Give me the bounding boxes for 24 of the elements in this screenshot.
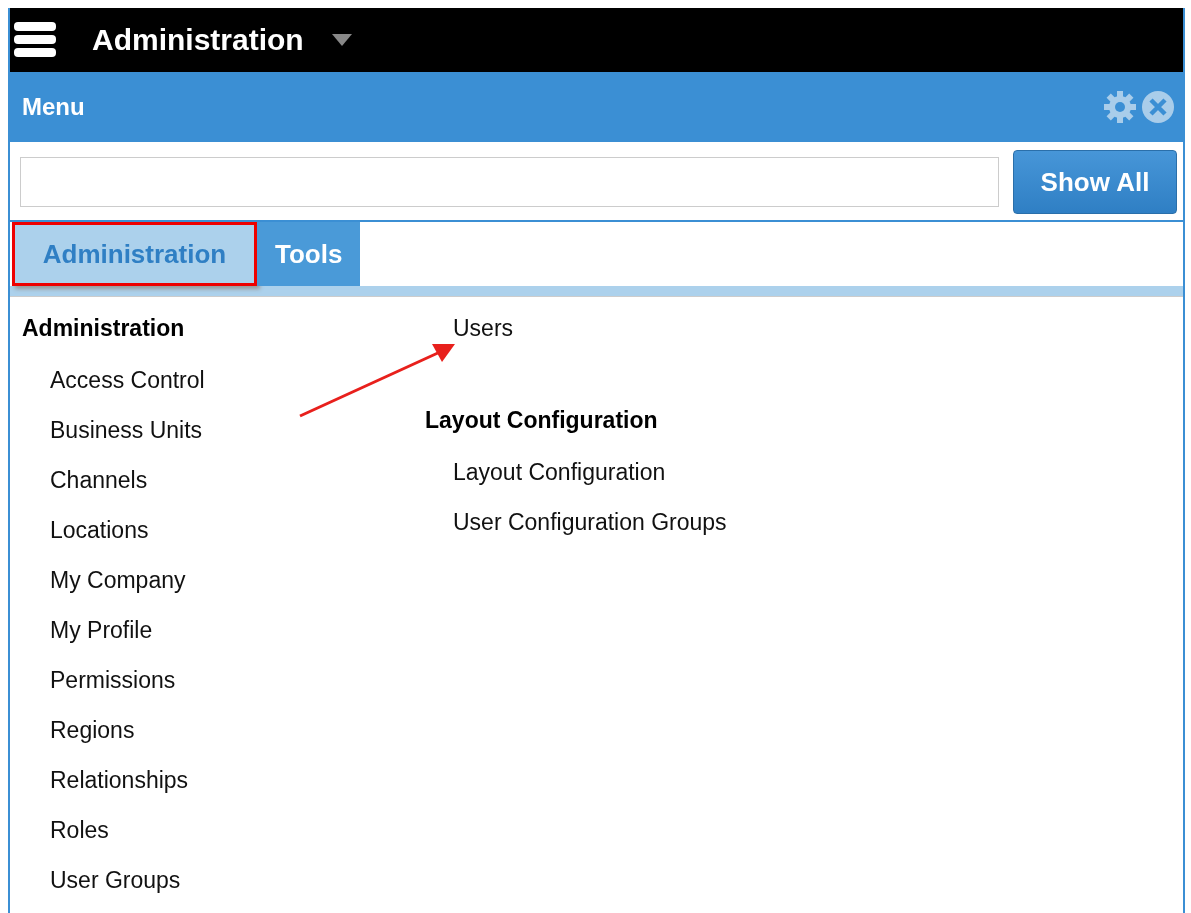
group-heading: Layout Configuration (425, 406, 659, 435)
menu-item[interactable]: Roles (22, 813, 425, 863)
menu-item[interactable]: User Groups (22, 863, 425, 913)
menu-item[interactable]: Access Control (22, 363, 425, 413)
menu-item[interactable]: My Profile (22, 613, 425, 663)
menu-icon[interactable] (14, 20, 56, 60)
menu-item[interactable]: Permissions (22, 663, 425, 713)
menu-item[interactable]: My Company (22, 563, 425, 613)
menu-item[interactable]: Relationships (22, 763, 425, 813)
menu-item[interactable]: Layout Configuration (425, 455, 727, 505)
page-title: Administration (92, 23, 304, 57)
menu-item[interactable]: Locations (22, 513, 425, 563)
close-icon[interactable] (1141, 90, 1175, 124)
menu-item[interactable]: Channels (22, 463, 425, 513)
search-field[interactable] (20, 157, 999, 207)
dropdown-caret-icon[interactable] (331, 34, 352, 46)
menu-item[interactable]: Regions (22, 713, 425, 763)
show-all-button[interactable]: Show All (1013, 150, 1177, 214)
menu-title: Menu (22, 93, 86, 121)
group-heading: Administration (22, 314, 186, 343)
menu-item[interactable]: User Configuration Groups (425, 505, 727, 555)
menu-item[interactable]: Users (425, 311, 727, 361)
settings-icon[interactable] (1103, 90, 1137, 124)
menu-item[interactable]: Business Units (22, 413, 425, 463)
